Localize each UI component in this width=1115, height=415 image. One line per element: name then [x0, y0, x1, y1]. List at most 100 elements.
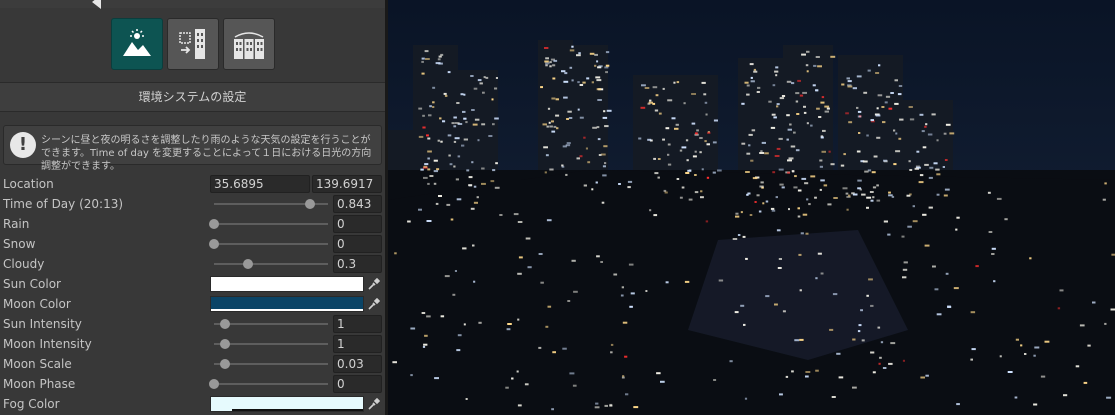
- window-light: [956, 216, 960, 219]
- rain-field[interactable]: 0: [333, 215, 382, 233]
- window-light: [455, 122, 460, 124]
- window-light: [453, 116, 457, 119]
- window-light: [667, 153, 670, 156]
- window-light: [603, 110, 606, 113]
- collapse-arrow-icon[interactable]: [92, 0, 101, 9]
- window-light: [819, 165, 823, 168]
- window-light: [765, 200, 769, 203]
- window-light: [609, 403, 613, 406]
- longitude-field[interactable]: 139.6917: [312, 175, 382, 193]
- rain-slider-track[interactable]: [214, 223, 328, 225]
- moon-phase-slider-track[interactable]: [214, 383, 328, 385]
- window-light: [603, 145, 608, 148]
- window-light: [569, 66, 573, 69]
- window-light: [703, 93, 707, 96]
- window-light: [852, 193, 858, 196]
- window-light: [566, 142, 571, 145]
- window-light: [457, 155, 461, 158]
- latitude-field[interactable]: 35.6895: [210, 175, 310, 193]
- window-light: [440, 140, 443, 143]
- window-light: [765, 295, 770, 298]
- fog-color-eyedropper-icon[interactable]: [366, 396, 382, 412]
- moon-intensity-field[interactable]: 1: [333, 335, 382, 353]
- window-light: [879, 356, 882, 359]
- window-light: [705, 113, 708, 116]
- window-light: [556, 127, 559, 130]
- window-light: [462, 110, 466, 113]
- buildings-tab-button[interactable]: [223, 18, 275, 70]
- sun-color-eyedropper-icon[interactable]: [366, 276, 382, 292]
- window-light: [410, 327, 416, 330]
- window-light: [652, 86, 658, 89]
- window-light: [888, 191, 891, 194]
- window-light: [547, 305, 552, 308]
- window-light: [481, 167, 485, 170]
- window-light: [756, 91, 760, 93]
- moon-intensity-slider-thumb[interactable]: [220, 339, 231, 349]
- window-light: [820, 272, 824, 275]
- window-light: [820, 136, 824, 139]
- moon-phase-slider-thumb[interactable]: [209, 379, 219, 389]
- snow-slider-track[interactable]: [214, 243, 328, 245]
- time-of-day-slider-thumb[interactable]: [305, 199, 316, 209]
- fog-color-swatch[interactable]: [210, 396, 364, 412]
- moon-phase-label: Moon Phase: [3, 377, 76, 391]
- window-light: [605, 64, 610, 67]
- window-light: [787, 159, 792, 162]
- window-light: [774, 155, 780, 157]
- moon-scale-field[interactable]: 0.03: [333, 355, 382, 373]
- rain-slider-thumb[interactable]: [209, 219, 219, 229]
- building-convert-tab-button[interactable]: [167, 18, 219, 70]
- moon-intensity-slider-track[interactable]: [214, 343, 328, 345]
- window-light: [852, 87, 857, 90]
- window-light: [826, 107, 830, 110]
- window-light: [691, 122, 696, 125]
- window-light: [483, 76, 486, 79]
- window-light: [499, 214, 503, 216]
- window-light: [699, 151, 702, 154]
- window-light: [555, 98, 559, 101]
- time-of-day-field[interactable]: 0.843: [333, 195, 382, 213]
- window-light: [657, 158, 661, 160]
- window-light: [814, 196, 817, 199]
- moon-scale-slider-track[interactable]: [214, 363, 328, 365]
- moon-color-swatch[interactable]: [210, 296, 364, 312]
- sun-intensity-slider-track[interactable]: [214, 323, 328, 325]
- window-light: [827, 203, 832, 206]
- window-light: [903, 261, 908, 264]
- moon-scale-slider-thumb[interactable]: [220, 359, 231, 369]
- window-light: [1004, 218, 1008, 221]
- sun-intensity-field[interactable]: 1: [333, 315, 382, 333]
- window-light: [472, 123, 478, 126]
- cloudy-field[interactable]: 0.3: [333, 255, 382, 273]
- window-light: [687, 169, 692, 172]
- fog-color-row: Fog Color: [0, 394, 385, 414]
- window-light: [815, 277, 818, 280]
- scene-viewport[interactable]: [388, 0, 1115, 415]
- window-light: [801, 177, 807, 180]
- window-light: [604, 404, 608, 407]
- moon-phase-field[interactable]: 0: [333, 375, 382, 393]
- window-light: [392, 361, 397, 364]
- snow-slider-thumb[interactable]: [209, 239, 219, 249]
- window-light: [805, 375, 809, 378]
- window-light: [775, 196, 778, 199]
- sun-intensity-slider-thumb[interactable]: [220, 319, 231, 329]
- snow-label: Snow: [3, 237, 36, 251]
- rain-label: Rain: [3, 217, 30, 231]
- cloudy-slider-thumb[interactable]: [243, 259, 254, 269]
- window-light: [600, 261, 603, 263]
- window-light: [781, 95, 786, 97]
- window-light: [547, 107, 551, 110]
- window-light: [699, 137, 703, 139]
- window-light: [848, 121, 853, 124]
- environment-tab-button[interactable]: [111, 18, 163, 70]
- window-light: [427, 137, 431, 140]
- moon-color-eyedropper-icon[interactable]: [366, 296, 382, 312]
- window-light: [592, 126, 597, 129]
- cloudy-slider-track[interactable]: [214, 263, 328, 265]
- window-light: [810, 175, 816, 178]
- sun-color-swatch[interactable]: [210, 276, 364, 292]
- window-light: [785, 375, 789, 378]
- snow-field[interactable]: 0: [333, 235, 382, 253]
